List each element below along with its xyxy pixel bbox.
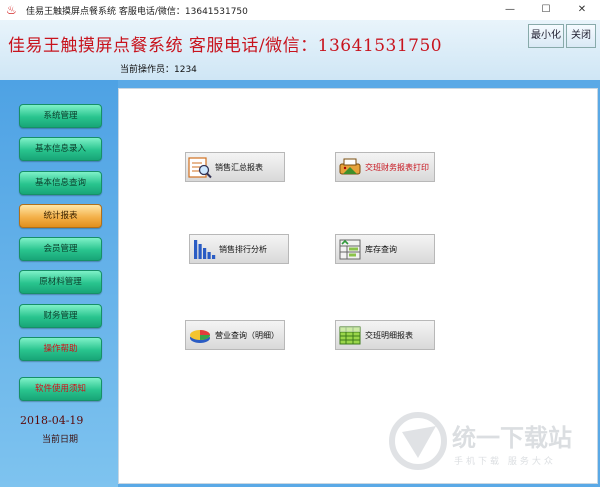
business-query-detail-button[interactable]: 营业查询（明细） — [185, 320, 285, 350]
bar-chart-icon — [194, 240, 216, 259]
sales-summary-report-label: 销售汇总报表 — [215, 162, 263, 172]
nav-basic-info-query[interactable]: 基本信息查询 — [19, 171, 102, 195]
business-query-detail-label: 营业查询（明细） — [215, 330, 279, 340]
minimize-button[interactable]: 最小化 — [528, 24, 564, 48]
shift-finance-report-print-button[interactable]: 交班财务报表打印 — [335, 152, 435, 182]
app-logo-icon: ♨ — [6, 3, 17, 17]
nav-basic-info-entry[interactable]: 基本信息录入 — [19, 137, 102, 161]
app-title: 佳易王触摸屏点餐系统 客服电话/微信：13641531750 — [8, 36, 443, 56]
current-date: 2018-04-19 — [20, 414, 84, 427]
nav-software-usage-notice[interactable]: 软件使用须知 — [19, 377, 102, 401]
window-titlebar: ♨ 佳易王触摸屏点餐系统 客服电话/微信：13641531750 — ☐ ✕ — [0, 0, 600, 20]
current-operator: 当前操作员：1234 — [120, 65, 197, 75]
inventory-icon — [339, 239, 361, 260]
sales-summary-report-button[interactable]: 销售汇总报表 — [185, 152, 285, 182]
shift-detail-report-label: 交班明细报表 — [365, 330, 413, 340]
nav-finance-management[interactable]: 财务管理 — [19, 304, 102, 328]
sales-summary-icon — [188, 157, 212, 179]
sidebar: 系统管理 基本信息录入 基本信息查询 统计报表 会员管理 原材料管理 财务管理 … — [0, 80, 118, 487]
pie-chart-icon — [190, 330, 210, 343]
nav-raw-material-management[interactable]: 原材料管理 — [19, 270, 102, 294]
shift-finance-print-icon — [339, 158, 361, 175]
current-date-label: 当前日期 — [42, 435, 79, 445]
app-header: 佳易王触摸屏点餐系统 客服电话/微信：13641531750 当前操作员：123… — [0, 20, 600, 80]
window-close-button[interactable]: ✕ — [564, 0, 600, 20]
close-button[interactable]: 关闭 — [566, 24, 596, 48]
window-controls: — ☐ ✕ — [492, 0, 600, 20]
nav-statistics-reports[interactable]: 统计报表 — [19, 204, 102, 228]
nav-operation-help[interactable]: 操作帮助 — [19, 337, 102, 361]
window-maximize-button[interactable]: ☐ — [528, 0, 564, 20]
watermark-text: 统一下载站 — [452, 424, 572, 452]
nav-system-management[interactable]: 系统管理 — [19, 104, 102, 128]
nav-member-management[interactable]: 会员管理 — [19, 237, 102, 261]
shift-detail-report-button[interactable]: 交班明细报表 — [335, 320, 435, 350]
inventory-query-button[interactable]: 库存查询 — [335, 234, 435, 264]
inventory-query-label: 库存查询 — [365, 244, 397, 254]
shift-finance-report-print-label: 交班财务报表打印 — [365, 162, 429, 172]
window-title: 佳易王触摸屏点餐系统 客服电话/微信：13641531750 — [26, 6, 248, 17]
grid-report-icon — [339, 326, 361, 345]
watermark-subtext: 手机下载 服务大众 — [454, 457, 556, 467]
watermark: 统一下载站 手机下载 服务大众 — [388, 408, 598, 480]
window-minimize-button[interactable]: — — [492, 0, 528, 20]
sales-ranking-analysis-label: 销售排行分析 — [219, 244, 267, 254]
sales-ranking-analysis-button[interactable]: 销售排行分析 — [189, 234, 289, 264]
watermark-logo-icon — [389, 412, 447, 470]
